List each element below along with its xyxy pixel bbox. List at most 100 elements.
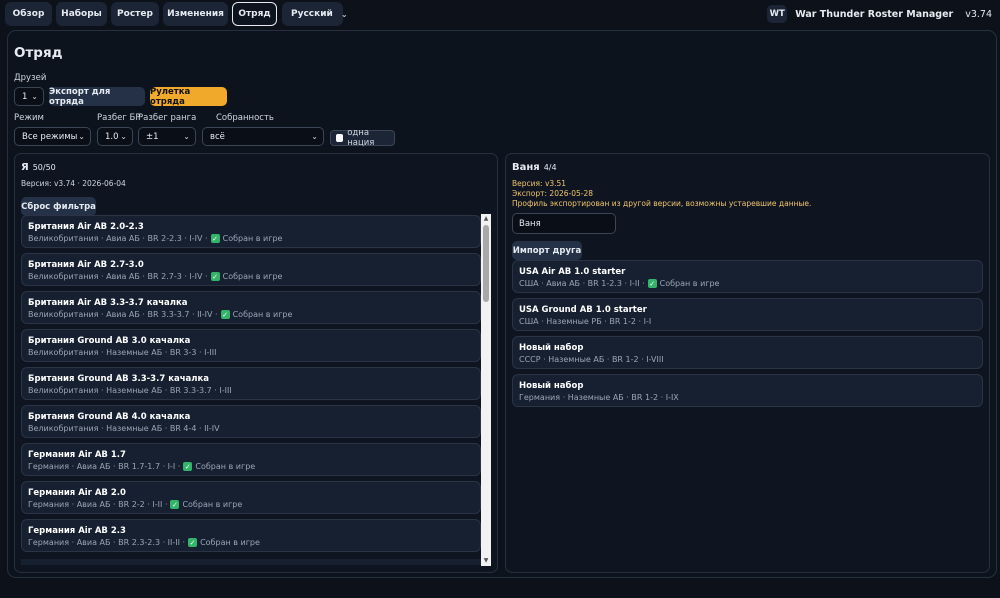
- set-details: Великобритания · Наземные АБ · BR 3-3 · …: [28, 348, 217, 357]
- my-count: 50/50: [32, 163, 56, 172]
- set-card[interactable]: Британия Air AB 2.7-3.0 Великобритания · …: [21, 253, 481, 286]
- my-roster-header: Я 50/50: [21, 162, 56, 173]
- set-details: США · Наземные РБ · BR 1-2 · I-I: [519, 317, 652, 326]
- set-card[interactable]: Британия Ground AB 3.0 качалка Великобрит…: [21, 329, 481, 362]
- tab-sets[interactable]: Наборы: [56, 2, 107, 26]
- set-card[interactable]: Британия Ground AB 4.0 качалка Великобрит…: [21, 405, 481, 438]
- set-card[interactable]: Германия Air AB 1.7 Германия · Авиа АБ · …: [21, 443, 481, 476]
- check-icon: ✓: [183, 462, 193, 471]
- check-icon: ✓: [210, 234, 220, 243]
- my-name: Я: [21, 162, 29, 173]
- friend-name: Ваня: [512, 162, 540, 173]
- set-title: Британия Ground AB 3.3-3.7 качалка: [28, 374, 210, 384]
- export-squad-button[interactable]: Экспорт для отряда: [49, 87, 145, 107]
- set-details: Великобритания · Наземные АБ · BR 3.3-3.…: [28, 386, 232, 395]
- br-spread-select[interactable]: 1.0 ⌄: [97, 127, 133, 146]
- tab-squad[interactable]: Отряд: [232, 2, 277, 26]
- import-friend-button[interactable]: Импорт друга: [512, 241, 582, 260]
- collected-status: Собран в игре: [222, 234, 283, 243]
- tab-roster[interactable]: Ростер: [111, 2, 159, 26]
- tab-overview[interactable]: Обзор: [5, 2, 52, 26]
- set-subtitle: Германия · Авиа АБ · BR 2.3-2.3 · II-II …: [28, 538, 260, 547]
- chevron-down-icon: ⌄: [120, 132, 127, 141]
- set-subtitle: США · Авиа АБ · BR 1-2.3 · I-II · ✓ Собран…: [519, 279, 719, 288]
- squad-roulette-button[interactable]: Рулетка отряда: [150, 87, 227, 107]
- collected-status: Собран в игре: [195, 462, 256, 471]
- collected-value: всё: [210, 131, 225, 142]
- set-subtitle: Германия · Авиа АБ · BR 1.7-1.7 · I-I · ✓…: [28, 462, 255, 471]
- set-details: СССР · Наземные АБ · BR 1-2 · I-VIII: [519, 355, 664, 364]
- set-card[interactable]: Британия Air AB 2.0-2.3 Великобритания · …: [21, 215, 481, 248]
- one-nation-checkbox[interactable]: [336, 134, 344, 142]
- set-details: США · Авиа АБ · BR 1-2.3 · I-II ·: [519, 279, 645, 288]
- set-card[interactable]: USA Air AB 1.0 starter США · Авиа АБ · BR…: [512, 260, 983, 293]
- set-card[interactable]: Новый набор СССР · Наземные АБ · BR 1-2 ·…: [512, 336, 983, 369]
- set-title: Германия Air AB 2.3: [28, 526, 126, 536]
- scroll-up-icon[interactable]: ▲: [482, 215, 490, 223]
- set-subtitle: Германия · Наземные АБ · BR 1-2 · I-IX: [519, 393, 679, 402]
- rank-spread-label: Разбег ранга: [138, 113, 197, 123]
- collected-status: Собран в игре: [232, 310, 293, 319]
- set-card[interactable]: Германия Air AB 2.0 Германия · Авиа АБ · …: [21, 481, 481, 514]
- check-icon: ✓: [210, 272, 220, 281]
- chevron-down-icon: ⌄: [311, 132, 318, 141]
- collected-status: Собран в игре: [222, 272, 283, 281]
- mode-label: Режим: [14, 113, 44, 123]
- rank-spread-select[interactable]: ±1 ⌄: [138, 127, 196, 146]
- scrollbar-thumb[interactable]: [483, 225, 489, 302]
- friend-count: 4/4: [543, 163, 557, 172]
- check-icon: ✓: [170, 500, 180, 509]
- set-title: Новый набор: [519, 343, 584, 353]
- list-overflow-edge: [21, 559, 481, 565]
- set-card[interactable]: Германия Air AB 2.3 Германия · Авиа АБ · …: [21, 519, 481, 552]
- set-subtitle: СССР · Наземные АБ · BR 1-2 · I-VIII: [519, 355, 664, 364]
- br-spread-label: Разбег БР: [97, 113, 141, 123]
- set-title: Британия Ground AB 3.0 качалка: [28, 336, 191, 346]
- friends-count-select[interactable]: 1 ⌄: [14, 87, 44, 106]
- reset-filter-button[interactable]: Сброс фильтра: [21, 197, 96, 216]
- chevron-down-icon: ⌄: [183, 132, 190, 141]
- set-card[interactable]: USA Ground AB 1.0 starter США · Наземные …: [512, 298, 983, 331]
- set-card[interactable]: Новый набор Германия · Наземные АБ · BR 1…: [512, 374, 983, 407]
- mode-value: Все режимы: [22, 131, 78, 142]
- mode-select[interactable]: Все режимы ⌄: [14, 127, 91, 146]
- my-list-scrollbar[interactable]: ▲ ▼: [481, 214, 491, 566]
- set-details: Германия · Авиа АБ · BR 2.3-2.3 · II-II …: [28, 538, 186, 547]
- brand: WT War Thunder Roster Manager v3.74: [767, 5, 992, 23]
- set-title: Британия Ground AB 4.0 качалка: [28, 412, 191, 422]
- chevron-down-icon: ⌄: [31, 92, 38, 101]
- friend-roster-header: Ваня 4/4: [512, 162, 557, 173]
- one-nation-toggle[interactable]: одна нация: [330, 128, 395, 148]
- set-title: USA Air AB 1.0 starter: [519, 267, 626, 277]
- collected-select[interactable]: всё ⌄: [202, 127, 324, 146]
- app-version: v3.74: [965, 8, 992, 20]
- friend-name-input[interactable]: Ваня: [512, 213, 616, 234]
- set-subtitle: Великобритания · Авиа АБ · BR 3.3-3.7 · …: [28, 310, 292, 319]
- set-card[interactable]: Британия Ground AB 3.3-3.7 качалка Велико…: [21, 367, 481, 400]
- set-details: Германия · Наземные АБ · BR 1-2 · I-IX: [519, 393, 679, 402]
- set-details: Великобритания · Авиа АБ · BR 2.7-3 · I-…: [28, 272, 208, 281]
- page-title: Отряд: [14, 45, 63, 61]
- friends-label: Друзей: [14, 73, 47, 83]
- check-icon: ✓: [188, 538, 198, 547]
- language-value: Русский: [291, 9, 333, 19]
- one-nation-label: одна нация: [347, 128, 375, 148]
- tab-changes[interactable]: Изменения: [163, 2, 228, 26]
- my-version-meta: Версия: v3.74 · 2026-06-04: [21, 179, 126, 188]
- set-title: Британия Air AB 2.7-3.0: [28, 260, 144, 270]
- set-subtitle: Германия · Авиа АБ · BR 2-2 · I-II · ✓ Соб…: [28, 500, 242, 509]
- set-details: Великобритания · Наземные АБ · BR 4-4 · …: [28, 424, 220, 433]
- collected-status: Собран в игре: [182, 500, 243, 509]
- set-title: USA Ground AB 1.0 starter: [519, 305, 647, 315]
- set-subtitle: Великобритания · Наземные АБ · BR 3-3 · …: [28, 348, 216, 357]
- app-title: War Thunder Roster Manager: [795, 8, 954, 20]
- collected-status: Собран в игре: [659, 279, 720, 288]
- set-title: Британия Air AB 3.3-3.7 качалка: [28, 298, 188, 308]
- collected-status: Собран в игре: [200, 538, 260, 547]
- set-details: Великобритания · Авиа АБ · BR 2-2.3 · I-…: [28, 234, 208, 243]
- set-card[interactable]: Британия Air AB 3.3-3.7 качалка Великобри…: [21, 291, 481, 324]
- br-spread-value: 1.0: [105, 131, 119, 142]
- check-icon: ✓: [220, 310, 230, 319]
- scroll-down-icon[interactable]: ▼: [482, 557, 490, 565]
- language-select[interactable]: Русский ⌄: [282, 2, 348, 26]
